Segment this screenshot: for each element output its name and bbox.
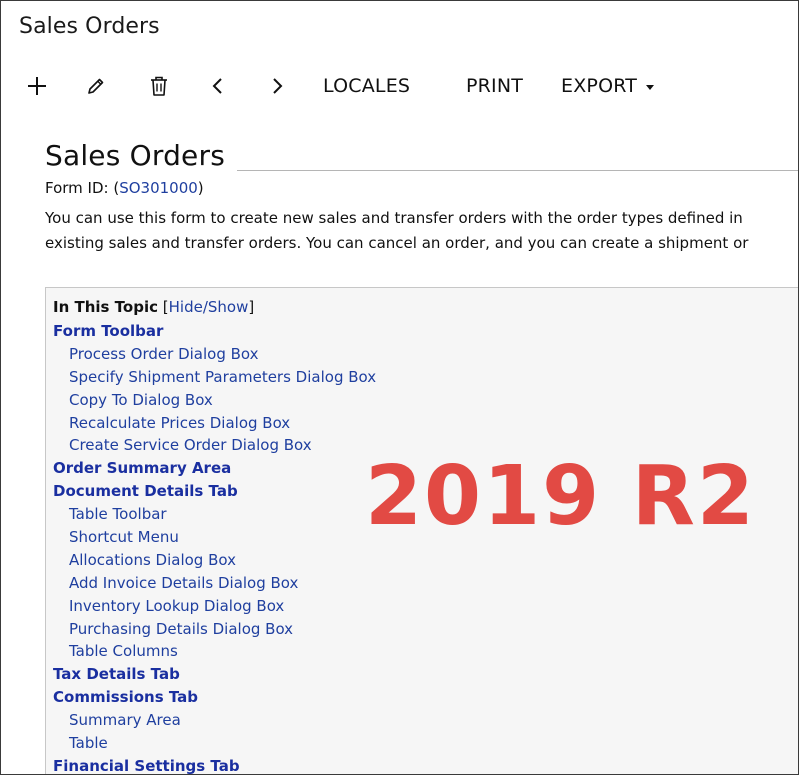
window-title: Sales Orders [19, 14, 160, 39]
toc-heading: In This Topic [Hide/Show] [53, 298, 254, 316]
form-id-link[interactable]: SO301000 [119, 179, 198, 197]
toc-subsection-link[interactable]: Copy To Dialog Box [53, 389, 376, 412]
page-title: Sales Orders [45, 139, 225, 172]
toc-subsection-link[interactable]: Add Invoice Details Dialog Box [53, 572, 376, 595]
toc-section-link[interactable]: Form Toolbar [53, 320, 376, 343]
caret-down-icon [646, 84, 655, 90]
delete-button[interactable] [146, 67, 172, 105]
print-label: PRINT [466, 75, 524, 97]
toc-subsection-link[interactable]: Purchasing Details Dialog Box [53, 618, 376, 641]
toc-section-link[interactable]: Commissions Tab [53, 686, 376, 709]
export-button[interactable]: EXPORT [561, 67, 655, 105]
toc-subsection-link[interactable]: Inventory Lookup Dialog Box [53, 595, 376, 618]
toc-toggle-close: ] [248, 298, 255, 316]
export-label: EXPORT [561, 75, 638, 97]
print-button[interactable]: PRINT [466, 67, 523, 105]
form-toolbar: LOCALES PRINT EXPORT [1, 67, 798, 105]
pencil-icon [88, 78, 104, 94]
form-id-prefix: Form ID: ( [45, 179, 120, 197]
toc-subsection-link[interactable]: Shortcut Menu [53, 526, 376, 549]
previous-record-button[interactable] [207, 67, 229, 105]
toc-subsection-link[interactable]: Summary Area [53, 709, 376, 732]
form-id: Form ID: (SO301000) [45, 179, 204, 197]
description-line-2: existing sales and transfer orders. You … [45, 234, 749, 252]
chevron-right-icon [273, 78, 283, 94]
toc-heading-label: In This Topic [53, 298, 158, 316]
next-record-button[interactable] [266, 67, 288, 105]
locales-label: LOCALES [323, 75, 411, 97]
edit-button[interactable] [83, 67, 109, 105]
toc-section-link[interactable]: Financial Settings Tab [53, 755, 376, 774]
toc-section-link[interactable]: Order Summary Area [53, 457, 376, 480]
title-divider [237, 170, 798, 171]
toc-subsection-link[interactable]: Table Columns [53, 640, 376, 663]
trash-icon [151, 76, 167, 96]
toc-subsection-link[interactable]: Allocations Dialog Box [53, 549, 376, 572]
toc-subsection-link[interactable]: Process Order Dialog Box [53, 343, 376, 366]
app-window: Sales Orders LOCALES PRINT EXPORT Sales … [0, 0, 799, 775]
description-line-1: You can use this form to create new sale… [45, 209, 743, 227]
locales-button[interactable]: LOCALES [323, 67, 410, 105]
form-id-suffix: ) [197, 179, 204, 197]
toc-subsection-link[interactable]: Table [53, 732, 376, 755]
toc-section-link[interactable]: Document Details Tab [53, 480, 376, 503]
toc-subsection-link[interactable]: Table Toolbar [53, 503, 376, 526]
add-button[interactable] [23, 67, 51, 105]
toc-section-link[interactable]: Tax Details Tab [53, 663, 376, 686]
hide-show-link[interactable]: Hide/Show [169, 298, 249, 316]
toc-subsection-link[interactable]: Specify Shipment Parameters Dialog Box [53, 366, 376, 389]
toc-subsection-link[interactable]: Create Service Order Dialog Box [53, 434, 376, 457]
toc-list: Form Toolbar Process Order Dialog Box Spec… [53, 320, 376, 774]
version-watermark: 2019 R2 [365, 449, 756, 544]
plus-icon [28, 77, 46, 95]
toc-subsection-link[interactable]: Recalculate Prices Dialog Box [53, 412, 376, 435]
chevron-left-icon [212, 78, 222, 94]
